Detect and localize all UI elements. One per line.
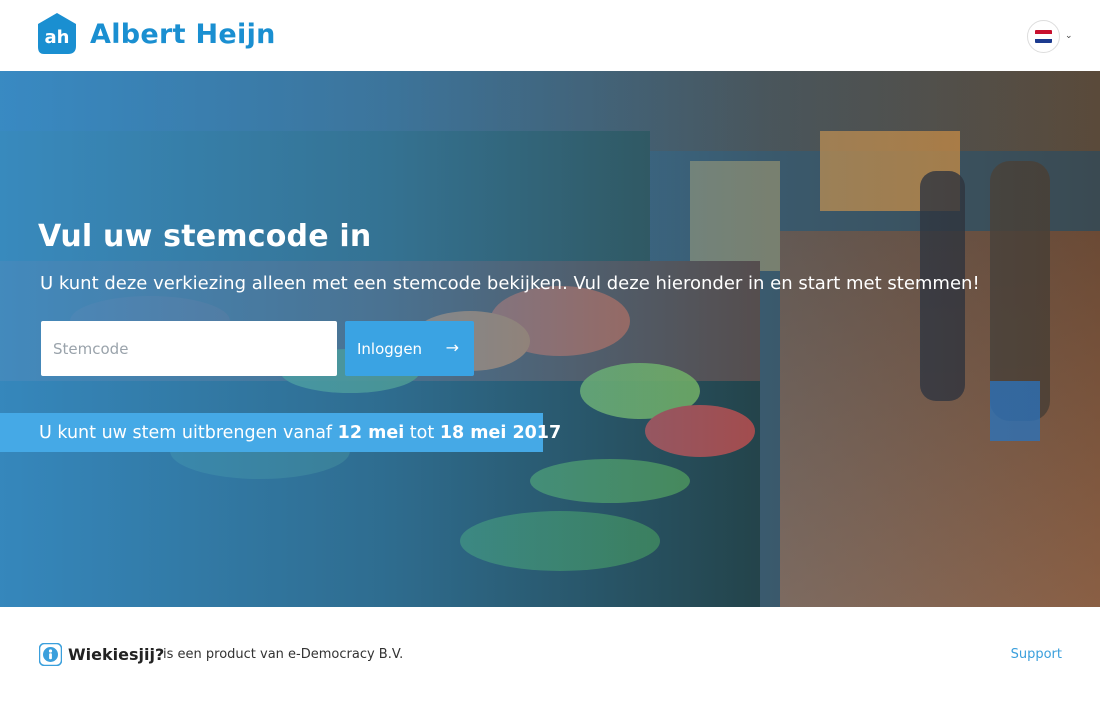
hero-section: Vul uw stemcode in U kunt deze verkiezin…: [0, 71, 1100, 607]
logo-letters: ah: [45, 27, 70, 48]
language-flag-button[interactable]: [1027, 20, 1060, 53]
period-middle: tot: [409, 422, 435, 443]
page-subtitle: U kunt deze verkiezing alleen met een st…: [40, 273, 980, 294]
wiekiesjij-name: Wiekiesjij?: [68, 645, 165, 664]
voting-period-banner: U kunt uw stem uitbrengen vanaf 12 mei t…: [0, 413, 561, 452]
login-button[interactable]: Inloggen →: [345, 321, 474, 376]
stemcode-input[interactable]: [41, 321, 337, 376]
arrow-right-icon: →: [445, 338, 459, 357]
period-prefix: U kunt uw stem uitbrengen vanaf: [39, 422, 333, 443]
period-start: 12 mei: [337, 422, 405, 443]
language-selector[interactable]: ⌄: [1027, 20, 1073, 53]
wiekiesjij-icon: [39, 643, 62, 666]
chevron-down-icon[interactable]: ⌄: [1065, 32, 1073, 41]
footer: Wiekiesjij? is een product van e-Democra…: [0, 607, 1100, 721]
page-title: Vul uw stemcode in: [38, 219, 372, 254]
period-end: 18 mei 2017: [439, 422, 562, 443]
wiekiesjij-logo[interactable]: Wiekiesjij?: [39, 643, 164, 666]
header: ah Albert Heijn ⌄: [0, 0, 1100, 71]
support-link[interactable]: Support: [1011, 647, 1062, 662]
ah-logo-icon: ah: [38, 13, 76, 54]
albert-heijn-logo[interactable]: ah Albert Heijn: [36, 12, 276, 56]
brand-name: Albert Heijn: [90, 18, 276, 50]
product-text: is een product van e-Democracy B.V.: [163, 647, 404, 662]
login-button-label: Inloggen: [357, 339, 423, 358]
nl-flag-icon: [1035, 30, 1052, 43]
